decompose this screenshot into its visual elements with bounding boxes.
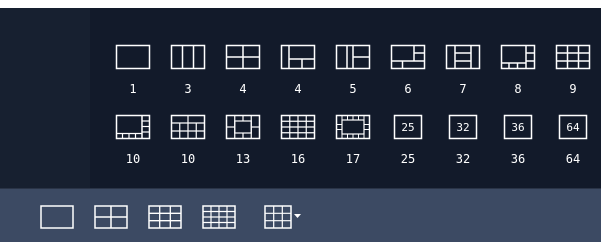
layout-option-10b[interactable]: 10 (163, 114, 213, 174)
layout-label: 1 (129, 82, 137, 96)
layout-label: 10 (180, 152, 196, 166)
layout-label: 4 (294, 82, 302, 96)
layout-label: 10 (125, 152, 141, 166)
layout-label: 25 (400, 152, 416, 166)
window-top-edge (0, 0, 601, 8)
layout-option-10[interactable]: 10 (108, 114, 158, 174)
layout-6-icon (390, 44, 426, 70)
layout-option-25[interactable]: 25 25 (383, 114, 433, 174)
nine-view-icon (148, 205, 182, 229)
layout-option-16[interactable]: 16 (273, 114, 323, 174)
layout-label: 17 (345, 152, 361, 166)
layout-36-icon: 36 (503, 114, 533, 140)
layout-option-13[interactable]: 13 (218, 114, 268, 174)
layout-option-4b[interactable]: 4 (273, 44, 323, 104)
nine-view-button[interactable] (148, 205, 182, 233)
single-view-icon (40, 205, 74, 229)
more-layouts-dropdown-icon (264, 205, 301, 229)
layout-label: 6 (404, 82, 412, 96)
left-panel (0, 8, 90, 188)
layout-10b-icon (170, 114, 206, 140)
layout-64-icon: 64 (558, 114, 588, 140)
layout-picker-panel: 1 3 4 4 5 6 7 8 9 10 10 13 16 17 25 25 3… (90, 8, 601, 188)
layout-1-icon (115, 44, 151, 70)
quad-view-icon (94, 205, 128, 229)
layout-selector-window: 1 3 4 4 5 6 7 8 9 10 10 13 16 17 25 25 3… (0, 0, 601, 242)
layout-17-icon (335, 114, 371, 140)
sixteen-view-icon (202, 205, 236, 229)
layout-option-17[interactable]: 17 (328, 114, 378, 174)
layout-label: 9 (569, 82, 577, 96)
layout-option-36[interactable]: 36 36 (493, 114, 543, 174)
layout-label: 5 (349, 82, 357, 96)
layout-box-text: 64 (566, 121, 580, 134)
layout-label: 8 (514, 82, 522, 96)
layout-label: 4 (239, 82, 247, 96)
bottom-toolbar (0, 189, 601, 242)
layout-box-text: 36 (511, 121, 524, 134)
layout-label: 64 (565, 152, 581, 166)
layout-13-icon (225, 114, 261, 140)
layout-9-icon (555, 44, 591, 70)
layout-option-5[interactable]: 5 (328, 44, 378, 104)
layout-box-text: 32 (456, 121, 469, 134)
sixteen-view-button[interactable] (202, 205, 236, 233)
more-layouts-dropdown[interactable] (264, 205, 304, 233)
quad-view-button[interactable] (94, 205, 128, 233)
layout-7-icon (445, 44, 481, 70)
layout-16-icon (280, 114, 316, 140)
layout-option-6[interactable]: 6 (383, 44, 433, 104)
layout-5-icon (335, 44, 371, 70)
single-view-button[interactable] (40, 205, 74, 233)
layout-option-8[interactable]: 8 (493, 44, 543, 104)
layout-option-1[interactable]: 1 (108, 44, 158, 104)
layout-25-icon: 25 (393, 114, 423, 140)
layout-label: 32 (455, 152, 471, 166)
layout-label: 3 (184, 82, 192, 96)
layout-option-3[interactable]: 3 (163, 44, 213, 104)
layout-4b-icon (280, 44, 316, 70)
layout-option-4[interactable]: 4 (218, 44, 268, 104)
layout-option-7[interactable]: 7 (438, 44, 488, 104)
layout-option-64[interactable]: 64 64 (548, 114, 598, 174)
layout-option-9[interactable]: 9 (548, 44, 598, 104)
layout-box-text: 25 (401, 121, 414, 134)
layout-label: 7 (459, 82, 467, 96)
layout-32-icon: 32 (448, 114, 478, 140)
layout-label: 16 (290, 152, 306, 166)
layout-label: 36 (510, 152, 526, 166)
layout-10-icon (115, 114, 151, 140)
layout-option-32[interactable]: 32 32 (438, 114, 488, 174)
layout-label: 13 (235, 152, 251, 166)
layout-4-icon (225, 44, 261, 70)
layout-3-icon (170, 44, 206, 70)
layout-8-icon (500, 44, 536, 70)
